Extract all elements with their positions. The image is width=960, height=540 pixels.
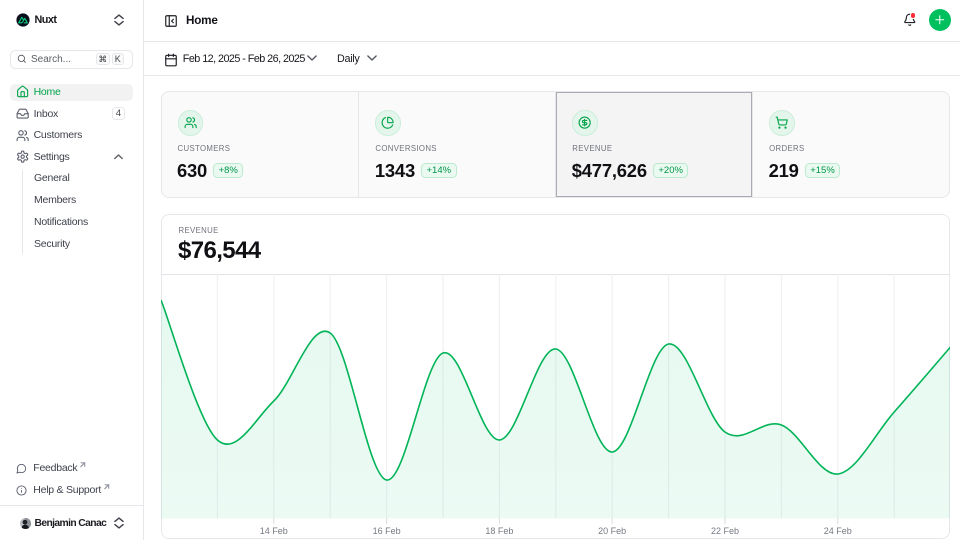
svg-text:24 Feb: 24 Feb [823, 526, 851, 536]
svg-text:20 Feb: 20 Feb [598, 526, 626, 536]
svg-text:22 Feb: 22 Feb [710, 526, 738, 536]
svg-text:18 Feb: 18 Feb [485, 526, 513, 536]
svg-text:16 Feb: 16 Feb [372, 526, 400, 536]
svg-text:14 Feb: 14 Feb [259, 526, 287, 536]
